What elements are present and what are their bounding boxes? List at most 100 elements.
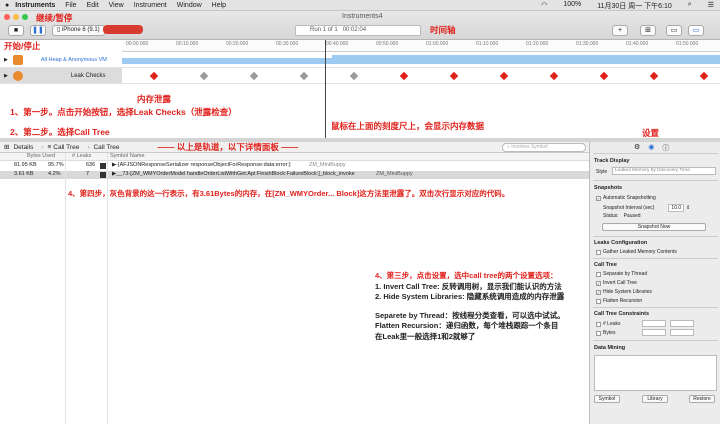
no-leak-marker-icon[interactable]	[199, 71, 209, 81]
leak-marker-icon[interactable]	[449, 71, 459, 81]
checkbox-icon[interactable]	[596, 298, 601, 304]
settings-icon[interactable]: ⚙	[634, 143, 640, 153]
leak-marker-icon[interactable]	[599, 71, 609, 81]
col-symbol[interactable]: Symbol Name	[110, 153, 145, 159]
search-icon[interactable]: ⌕	[688, 1, 692, 11]
hide-system-libs-option[interactable]: ✓ Hide System Libraries	[596, 289, 652, 295]
flatten-recursion-option[interactable]: Flatten Recursion	[596, 298, 642, 304]
zoom-dot[interactable]	[22, 14, 28, 20]
constraint-max-field[interactable]	[670, 329, 694, 336]
gather-option[interactable]: Gather Leaked Memory Contents	[596, 249, 677, 255]
leak-marker-icon[interactable]	[149, 71, 159, 81]
pause-button[interactable]: ❚❚	[30, 25, 46, 36]
ruler-tick: 00:30.000	[276, 41, 299, 47]
disclosure-icon[interactable]: ▶	[4, 73, 8, 79]
restore-button[interactable]: Restore	[689, 395, 715, 403]
symbol-button[interactable]: Symbol	[594, 395, 620, 403]
library-button[interactable]: ⊞	[640, 25, 656, 36]
user-icon	[100, 172, 106, 178]
interval-field[interactable]: 10.0	[668, 204, 685, 212]
checkbox-icon[interactable]: ✓	[596, 280, 601, 286]
annotation-mouse: 鼠标在上面的刻度尺上，会显示内存数据	[331, 121, 485, 131]
menu-file[interactable]: File	[65, 2, 76, 9]
extended-detail-icon[interactable]: ◉	[648, 143, 654, 153]
apple-icon[interactable]: ●	[5, 2, 9, 9]
table-row[interactable]: 3.61 KB 4.2% 7 ▶__73-[ZM_WMYOrderModel h…	[0, 171, 589, 179]
checkbox-icon[interactable]	[596, 249, 601, 255]
record-stop-button[interactable]: ■	[8, 25, 24, 36]
invert-call-tree-option[interactable]: ✓ Invert Call Tree	[596, 280, 637, 286]
constraint-leaks[interactable]: # Leaks	[596, 321, 621, 327]
checkbox-icon[interactable]	[596, 271, 601, 277]
search-field[interactable]: ⌕ Involves Symbol	[502, 143, 586, 152]
menu-instrument[interactable]: Instrument	[134, 2, 167, 9]
calltree-button-2[interactable]: Call Tree	[93, 144, 119, 151]
device-label: iPhone 6 (9.1)	[61, 27, 100, 33]
snapshot-now-button[interactable]: Snapshot Now	[602, 223, 706, 231]
annotation-timeline: 时间轴	[430, 25, 456, 35]
leak-marker-icon[interactable]	[699, 71, 709, 81]
leak-marker-icon[interactable]	[649, 71, 659, 81]
grid-icon[interactable]: ⊞	[4, 143, 9, 151]
table-row[interactable]: 81.95 KB 95.7% 636 ▶-[AFJSONResponseSeri…	[0, 162, 589, 170]
leak-marker-icon[interactable]	[499, 71, 509, 81]
constraint-max-field[interactable]	[670, 320, 694, 327]
constraint-min-field[interactable]	[642, 329, 666, 336]
checkbox-icon[interactable]	[596, 330, 601, 336]
allocation-graph[interactable]	[122, 52, 720, 68]
separate-thread-option[interactable]: Separate by Thread	[596, 271, 647, 277]
add-instrument-button[interactable]: +	[612, 25, 628, 36]
stepper-icon[interactable]: ⇕	[686, 205, 690, 211]
row-pct: 95.7%	[48, 162, 64, 168]
view-left-button[interactable]: ▭	[666, 25, 682, 36]
column-divider	[65, 153, 66, 424]
interval-label: Snapshot Interval (sec)	[603, 205, 655, 211]
no-leak-marker-icon[interactable]	[249, 71, 259, 81]
list-icon[interactable]: ☰	[708, 1, 714, 11]
leak-marker-icon[interactable]	[399, 71, 409, 81]
no-leak-marker-icon[interactable]	[349, 71, 359, 81]
calltree-button-1[interactable]: Call Tree	[53, 144, 79, 151]
col-bytes[interactable]: Bytes Used	[27, 153, 55, 159]
close-dot[interactable]	[4, 14, 10, 20]
wifi-icon[interactable]: ◠	[541, 1, 547, 11]
data-mining-list[interactable]	[594, 355, 717, 391]
minimize-dot[interactable]	[13, 14, 19, 20]
no-leak-marker-icon[interactable]	[299, 71, 309, 81]
col-leaks[interactable]: # Leaks	[72, 153, 91, 159]
clock[interactable]: 11月30日 周一 下午6:10	[597, 1, 672, 11]
chevron-icon: ›	[87, 143, 90, 151]
annotation-step1: 1、第一步。点击开始按钮，选择Leak Checks（泄露检查）	[10, 107, 237, 117]
ruler-tick: 01:50.000	[676, 41, 699, 47]
playhead[interactable]	[325, 40, 326, 138]
track-leaks[interactable]: ▶ Leak Checks	[0, 68, 122, 84]
auto-snapshot-option[interactable]: ✓ Automatic Snapshotting	[596, 195, 656, 201]
checkbox-icon[interactable]: ✓	[596, 289, 601, 295]
details-button[interactable]: Details	[13, 144, 33, 151]
disclosure-icon[interactable]: ▶	[4, 57, 8, 63]
menu-window[interactable]: Window	[177, 2, 202, 9]
row-pct: 4.2%	[48, 171, 61, 177]
library-button[interactable]: Library	[642, 395, 668, 403]
constraint-min-field[interactable]	[642, 320, 666, 327]
style-select[interactable]: Leaked Memory by Discovery Time	[612, 167, 716, 175]
track-allocations[interactable]: ▶ All Heap & Anonymous VM	[0, 52, 122, 68]
checkbox-icon[interactable]: ✓	[596, 195, 601, 201]
menu-app[interactable]: Instruments	[15, 2, 55, 9]
menu-edit[interactable]: Edit	[87, 2, 99, 9]
menu-view[interactable]: View	[109, 2, 124, 9]
leaks-graph[interactable]	[122, 68, 720, 84]
allocations-icon	[12, 54, 23, 65]
battery-label: 100%	[563, 1, 582, 8]
leak-marker-icon[interactable]	[549, 71, 559, 81]
inspector-tabs: ⚙ ◉ ⓘ	[634, 143, 669, 153]
time-ruler[interactable]: 00:00.000 00:10.000 00:20.000 00:30.000 00:4…	[122, 40, 720, 52]
menu-help[interactable]: Help	[212, 2, 226, 9]
info-icon[interactable]: ⓘ	[662, 143, 669, 153]
checkbox-icon[interactable]	[596, 321, 601, 327]
device-selector[interactable]: ▯ iPhone 6 (9.1)	[52, 25, 105, 36]
constraint-bytes[interactable]: Bytes	[596, 330, 616, 336]
annotation-step2: 2、第二步。选择Call Tree	[10, 127, 110, 137]
view-right-button[interactable]: ▭	[688, 25, 704, 36]
ruler-tick: 01:40.000	[626, 41, 649, 47]
